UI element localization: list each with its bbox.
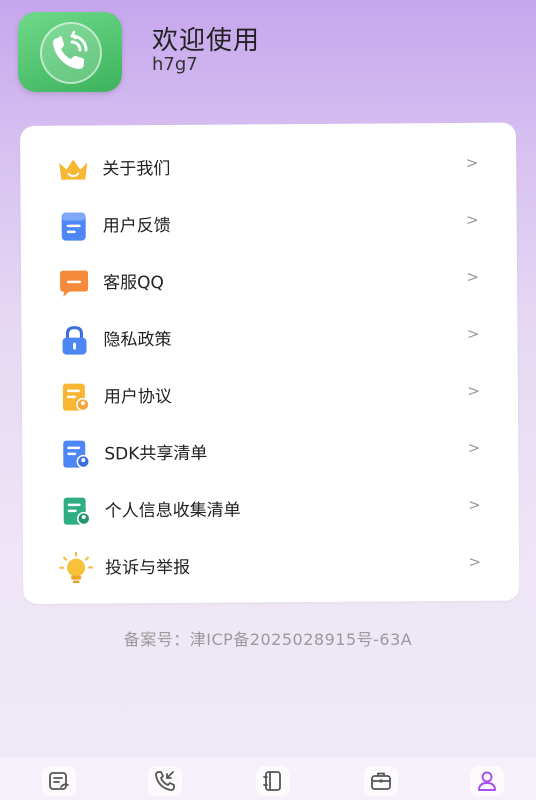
menu-label: 隐私政策: [103, 329, 172, 351]
menu-item-sdk-list[interactable]: SDK共享清单 >: [22, 422, 518, 481]
app-logo: [18, 12, 122, 92]
welcome-title: 欢迎使用: [152, 26, 261, 56]
menu-label: 投诉与举报: [105, 557, 191, 579]
menu-label: 个人信息收集清单: [104, 500, 241, 522]
menu-label: 用户反馈: [102, 215, 171, 237]
menu-item-about-us[interactable]: 关于我们 >: [20, 137, 516, 196]
menu-label: 关于我们: [102, 158, 171, 180]
user-agreement-icon: [62, 383, 90, 412]
tab-profile[interactable]: [470, 766, 504, 796]
chevron-right-icon: >: [466, 324, 480, 343]
menu-item-personal-info-list[interactable]: 个人信息收集清单 >: [22, 479, 518, 538]
sdk-list-icon: [63, 440, 91, 469]
tab-record[interactable]: [42, 766, 76, 796]
lock-icon: [62, 326, 87, 355]
chat-bubble-icon: [60, 270, 89, 297]
icp-record-number: 备案号：津ICP备2025028915号-63A: [123, 630, 413, 649]
tab-calls[interactable]: [148, 766, 182, 796]
record-icon: [49, 772, 69, 790]
bottom-tab-bar: [0, 758, 536, 800]
tab-toolbox[interactable]: [364, 766, 398, 796]
chevron-right-icon: >: [468, 552, 482, 571]
lightbulb-icon: [59, 551, 94, 584]
menu-label: 客服QQ: [103, 272, 164, 294]
chevron-right-icon: >: [467, 381, 480, 400]
phone-callback-icon: [53, 30, 88, 69]
chevron-right-icon: >: [466, 210, 479, 229]
menu-item-feedback[interactable]: 用户反馈 >: [20, 194, 516, 253]
chevron-right-icon: >: [465, 153, 479, 172]
username: h7g7: [152, 54, 198, 75]
tab-contacts[interactable]: [256, 766, 290, 796]
menu-card: 关于我们 > 用户反馈 > 客服QQ > 隐私政策 > 用户协议 > SDK共享…: [20, 122, 520, 604]
incoming-call-icon: [155, 771, 175, 791]
chevron-right-icon: >: [468, 495, 481, 514]
menu-label: 用户协议: [103, 386, 172, 408]
user-icon: [478, 771, 496, 791]
document-icon: [61, 212, 86, 241]
crown-icon: [59, 159, 88, 180]
briefcase-icon: [371, 772, 391, 790]
menu-label: SDK共享清单: [104, 443, 208, 465]
chevron-right-icon: >: [467, 438, 481, 457]
menu-item-privacy-policy[interactable]: 隐私政策 >: [21, 308, 517, 367]
menu-item-complaint-report[interactable]: 投诉与举报 >: [23, 536, 519, 595]
chevron-right-icon: >: [466, 267, 480, 286]
profile-header: 欢迎使用 h7g7: [18, 12, 518, 96]
menu-item-user-agreement[interactable]: 用户协议 >: [22, 365, 518, 424]
contacts-book-icon: [263, 771, 281, 791]
personal-info-list-icon: [63, 497, 91, 526]
menu-item-customer-qq[interactable]: 客服QQ >: [21, 251, 517, 310]
